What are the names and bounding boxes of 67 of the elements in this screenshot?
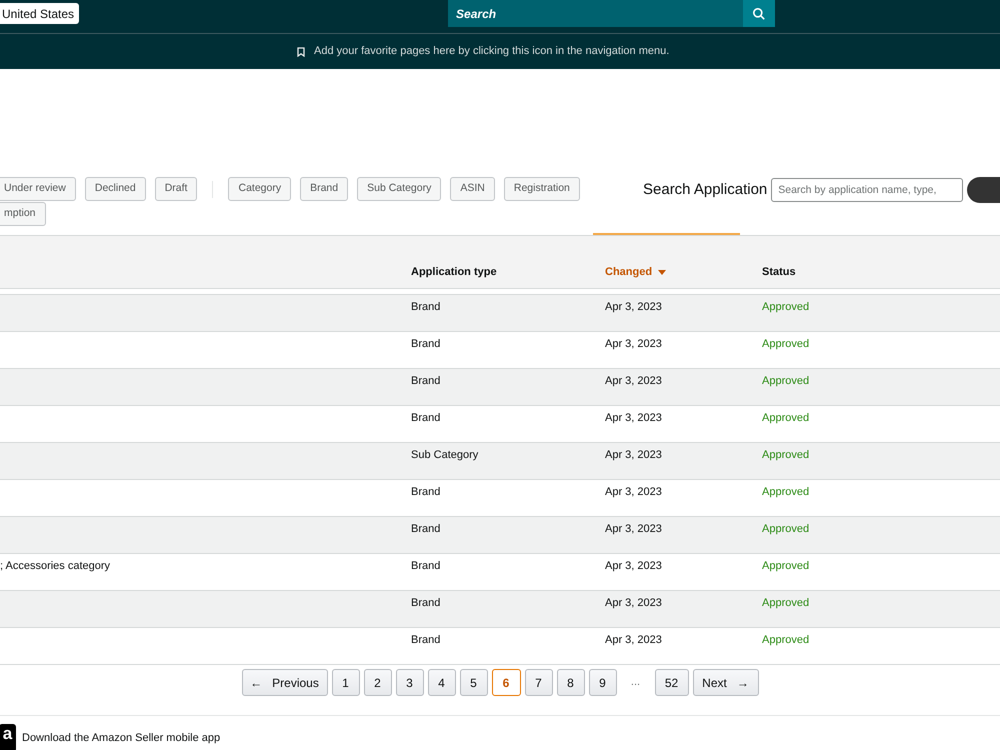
country-button[interactable]: United States — [0, 3, 80, 24]
table-cell-text: Apr 3, 2023 — [605, 374, 662, 389]
filter-button[interactable]: ASIN — [450, 177, 495, 201]
search-field[interactable]: Search — [448, 0, 744, 27]
filter-button[interactable]: Under review — [0, 177, 76, 201]
page-button[interactable]: 3 — [396, 669, 424, 696]
filter-button[interactable]: Declined — [84, 177, 146, 201]
search-icon — [753, 8, 766, 20]
table-cell-text: Brand — [411, 300, 440, 315]
page-button[interactable]: 9 — [588, 669, 616, 696]
table-cell-text: Brand — [411, 485, 440, 500]
caret-icon — [658, 270, 666, 274]
search-application-label: Search Application — [643, 180, 768, 200]
table-cell-text: Brand — [411, 596, 440, 611]
previous-button[interactable]: ← Previous — [242, 669, 328, 696]
page-button[interactable]: 52 — [654, 669, 688, 696]
table-cell-text: Apr 3, 2023 — [605, 559, 662, 574]
status-text: Approved — [762, 337, 810, 352]
table-cell-text: Apr 3, 2023 — [605, 596, 662, 611]
status-text: Approved — [762, 522, 810, 537]
page-button[interactable]: 2 — [364, 669, 392, 696]
pagination-ellipsis: ... — [630, 675, 642, 690]
table-cell-text: Apr 3, 2023 — [605, 337, 662, 352]
table-cell-text: Apr 3, 2023 — [605, 411, 662, 426]
status-text: Approved — [762, 485, 810, 500]
next-button[interactable]: Next → — [692, 669, 758, 696]
page-button[interactable]: 8 — [556, 669, 584, 696]
table-cell-text: Brand — [411, 633, 440, 648]
status-text: Approved — [762, 448, 810, 463]
table-cell-text: Brand — [411, 337, 440, 352]
filter-button[interactable]: Brand — [300, 177, 348, 201]
page-button[interactable]: 6 — [492, 669, 520, 696]
app-logo: a — [0, 724, 16, 750]
status-text: Approved — [762, 411, 810, 426]
table-cell-text: Apr 3, 2023 — [605, 448, 662, 463]
page-button[interactable]: 7 — [524, 669, 552, 696]
table-cell-text: Brand — [411, 411, 440, 426]
table-cell-text: Apr 3, 2023 — [605, 633, 662, 648]
column-header[interactable]: Status — [762, 264, 796, 280]
table-cell-text: Brand — [411, 559, 440, 574]
bookmark-hint: Add your favorite pages here by clicking this icon in the navigation menu. — [314, 44, 670, 60]
table-cell-text: Brand — [411, 522, 440, 537]
filter-button[interactable]: Draft — [154, 177, 198, 201]
status-text: Approved — [762, 633, 810, 648]
status-text: Approved — [762, 596, 810, 611]
column-header[interactable]: Changed — [605, 264, 666, 280]
search-application-field[interactable]: Search by application name, type, — [771, 178, 964, 202]
table-cell-text: Sub Category — [411, 448, 478, 463]
page-button[interactable]: 4 — [428, 669, 456, 696]
table-cell-text: Apr 3, 2023 — [605, 485, 662, 500]
search-button[interactable] — [743, 0, 776, 27]
filter-button[interactable]: Category — [228, 177, 292, 201]
status-text: Approved — [762, 300, 810, 315]
table-cell-text: ; Accessories category — [0, 559, 110, 574]
status-text: Approved — [762, 374, 810, 389]
table-cell-text: Apr 3, 2023 — [605, 522, 662, 537]
filter-button[interactable]: mption — [0, 202, 46, 226]
bookmark-icon — [297, 46, 305, 56]
app-download-link[interactable]: Download the Amazon Seller mobile app — [22, 730, 220, 746]
page-button[interactable]: 1 — [332, 669, 360, 696]
filter-button[interactable]: Registration — [504, 177, 580, 201]
filter-button[interactable]: Sub Category — [357, 177, 442, 201]
table-cell-text: Brand — [411, 374, 440, 389]
status-text: Approved — [762, 559, 810, 574]
column-header[interactable]: Application type — [411, 264, 497, 280]
page-button[interactable]: 5 — [460, 669, 488, 696]
table-cell-text: Apr 3, 2023 — [605, 300, 662, 315]
